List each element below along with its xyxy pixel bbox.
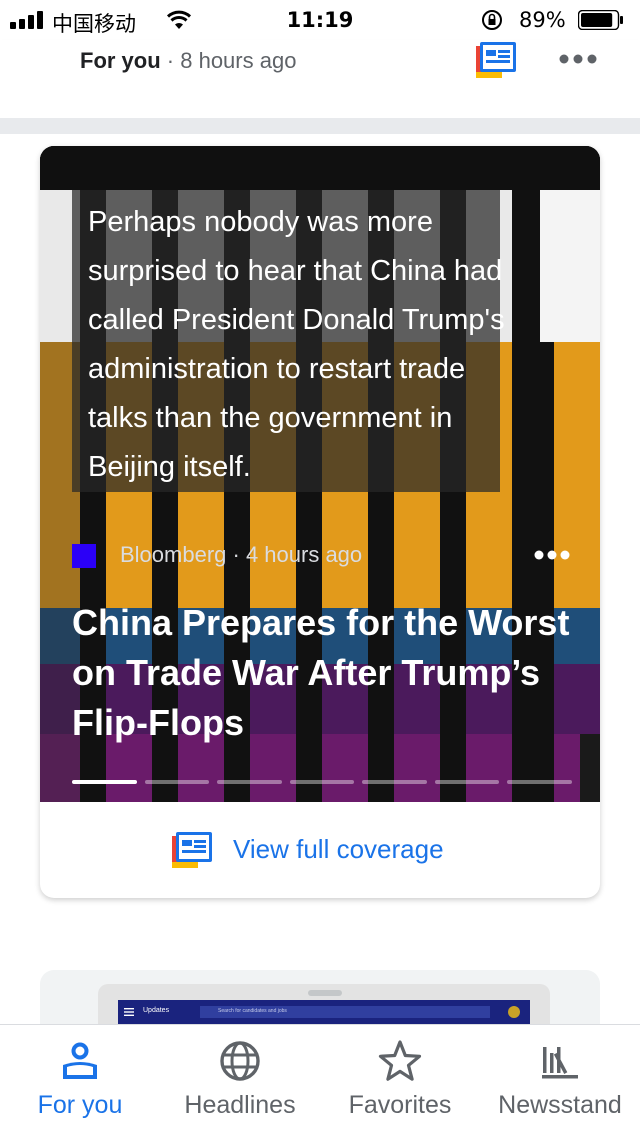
pager-segment	[289, 780, 355, 784]
view-full-coverage-button[interactable]: View full coverage	[40, 802, 600, 898]
bottom-navigation: For you Headlines Favorites Newsstand	[0, 1024, 640, 1136]
battery-icon	[578, 10, 623, 30]
view-full-coverage-label: View full coverage	[233, 834, 444, 864]
article-time: 4 hours ago	[245, 542, 363, 567]
person-icon	[63, 1042, 97, 1079]
nav-newsstand-label: Newsstand	[498, 1091, 622, 1119]
nav-newsstand[interactable]: Newsstand	[480, 1025, 640, 1136]
globe-icon	[220, 1041, 260, 1081]
card-separator	[0, 118, 640, 134]
more-horizontal-icon[interactable]	[534, 548, 570, 562]
nav-headlines-label: Headlines	[184, 1091, 296, 1119]
nav-favorites-label: Favorites	[348, 1091, 452, 1119]
newsstand-icon	[542, 1047, 578, 1079]
story-quote: Perhaps nobody was more surprised to hea…	[88, 206, 505, 483]
story-card[interactable]: Perhaps nobody was more surprised to hea…	[40, 146, 600, 898]
pager-segment	[362, 780, 427, 784]
status-bar: 中国移动 11:19 89%	[0, 0, 640, 40]
pager-segment	[434, 780, 500, 784]
previous-card-footer[interactable]: For you · 8 hours ago	[0, 40, 640, 118]
story-media[interactable]: Perhaps nobody was more surprised to hea…	[40, 146, 600, 802]
nav-headlines[interactable]: Headlines	[160, 1025, 320, 1136]
publisher-name: Bloomberg	[120, 542, 227, 567]
google-news-icon[interactable]	[474, 42, 520, 82]
pager-segment	[72, 780, 137, 784]
thumbnail-badge	[508, 1006, 520, 1018]
nav-for-you-label: For you	[37, 1091, 123, 1119]
star-icon	[378, 1040, 422, 1081]
pager-segment	[144, 780, 210, 784]
story-source: For you	[80, 48, 161, 73]
nav-for-you[interactable]: For you	[0, 1025, 160, 1136]
article-meta-text: Bloomberg · 4 hours ago	[120, 542, 362, 568]
story-time: 8 hours ago	[180, 48, 297, 73]
meta-separator: ·	[226, 542, 246, 567]
pager-segment	[217, 780, 282, 784]
carousel-pager	[72, 780, 572, 784]
orientation-lock-icon	[482, 10, 502, 30]
more-horizontal-icon[interactable]	[558, 52, 598, 66]
pager-segment	[507, 780, 572, 784]
menu-icon	[124, 1008, 134, 1016]
google-news-icon	[172, 832, 212, 868]
story-headline[interactable]: China Prepares for the Worst on Trade Wa…	[72, 598, 572, 748]
battery-percent: 89%	[519, 8, 566, 32]
nav-favorites[interactable]: Favorites	[320, 1025, 480, 1136]
article-meta: Bloomberg · 4 hours ago	[72, 542, 572, 572]
meta-separator: ·	[160, 48, 181, 73]
device-speaker	[308, 990, 342, 996]
thumbnail-search-placeholder: Search for candidates and jobs	[218, 1008, 287, 1014]
thumbnail-app-title: Updates	[143, 1007, 170, 1014]
story-meta: For you · 8 hours ago	[80, 48, 296, 74]
bloomberg-logo	[72, 544, 96, 568]
